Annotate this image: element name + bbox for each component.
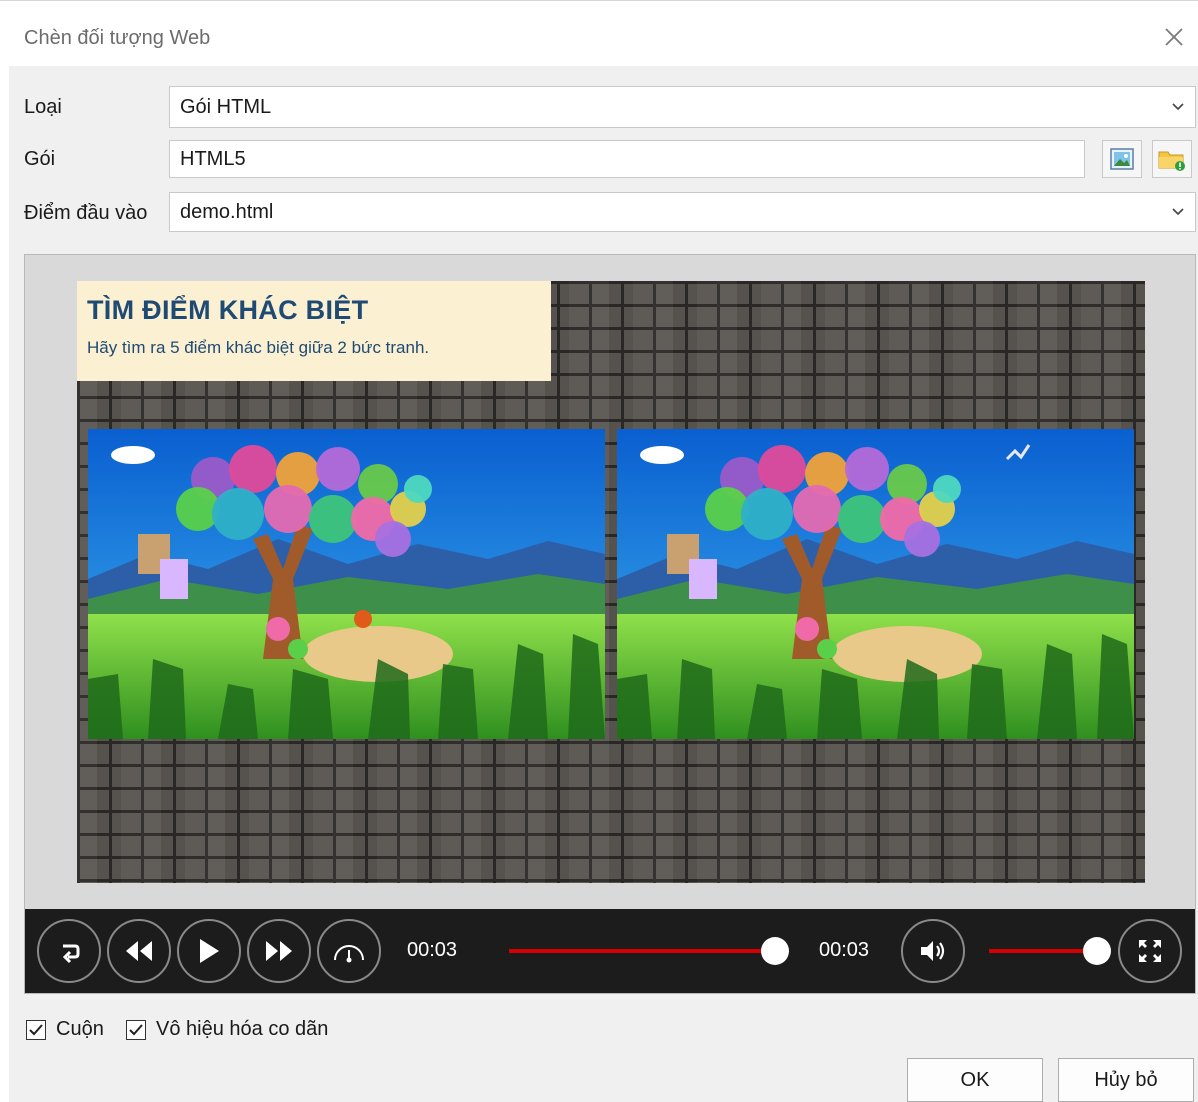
play-button[interactable] — [177, 919, 241, 983]
volume-button[interactable] — [901, 919, 965, 983]
replay-button[interactable] — [37, 919, 101, 983]
scene-illustration — [617, 429, 1134, 739]
left-picture[interactable] — [88, 429, 605, 739]
speedometer-icon — [334, 945, 364, 963]
browse-folder-button[interactable] — [1152, 140, 1192, 178]
fullscreen-button[interactable] — [1118, 919, 1182, 983]
ok-button[interactable]: OK — [907, 1058, 1043, 1102]
replay-icon — [62, 944, 80, 964]
volume-handle[interactable] — [1083, 937, 1111, 965]
fullscreen-icon — [1139, 940, 1161, 962]
package-value: HTML5 — [180, 147, 246, 170]
game-banner: TÌM ĐIỂM KHÁC BIỆT Hãy tìm ra 5 điểm khá… — [77, 281, 551, 381]
rewind-icon — [126, 941, 152, 961]
scroll-checkbox[interactable]: Cuộn — [26, 1018, 104, 1041]
checkbox-box[interactable] — [126, 1019, 146, 1040]
checkmark-icon — [29, 1023, 43, 1035]
chevron-down-icon — [1172, 103, 1184, 111]
cancel-button[interactable]: Hủy bỏ — [1058, 1058, 1194, 1102]
chevron-down-icon — [1172, 208, 1184, 216]
type-label: Loại — [24, 96, 62, 118]
window-title: Chèn đối tượng Web — [24, 27, 211, 49]
speed-button[interactable] — [317, 919, 381, 983]
title-bar: Chèn đối tượng Web — [0, 0, 1198, 70]
disable-zoom-checkbox[interactable]: Vô hiệu hóa co dãn — [126, 1018, 328, 1041]
entry-point-select[interactable]: demo.html — [169, 192, 1196, 232]
scene-illustration — [88, 429, 605, 739]
type-select[interactable]: Gói HTML — [169, 86, 1196, 128]
play-icon — [200, 939, 219, 963]
close-button[interactable] — [1160, 23, 1188, 51]
preview-stage: TÌM ĐIỂM KHÁC BIỆT Hãy tìm ra 5 điểm khá… — [77, 281, 1145, 883]
preview-image-button[interactable] — [1102, 140, 1142, 178]
disable-zoom-label: Vô hiệu hóa co dãn — [156, 1018, 329, 1040]
current-time: 00:03 — [407, 939, 458, 961]
package-input[interactable]: HTML5 — [169, 140, 1085, 178]
web-object-preview: TÌM ĐIỂM KHÁC BIỆT Hãy tìm ra 5 điểm khá… — [24, 254, 1196, 994]
media-controls: 00:03 00:03 — [25, 909, 1195, 993]
image-icon — [1110, 148, 1134, 170]
package-label: Gói — [24, 148, 56, 170]
game-title: TÌM ĐIỂM KHÁC BIỆT — [87, 295, 369, 325]
entry-point-value: demo.html — [180, 200, 274, 223]
folder-icon — [1158, 151, 1185, 171]
volume-slider[interactable] — [989, 949, 1089, 953]
checkbox-box[interactable] — [26, 1019, 46, 1040]
entry-point-label: Điểm đầu vào — [24, 202, 148, 224]
close-icon — [1165, 28, 1183, 46]
seek-bar[interactable] — [509, 949, 774, 953]
scroll-label: Cuộn — [56, 1018, 104, 1040]
fast-forward-button[interactable] — [247, 919, 311, 983]
total-time: 00:03 — [819, 939, 870, 961]
type-value: Gói HTML — [180, 95, 272, 118]
right-picture[interactable] — [617, 429, 1134, 739]
rewind-button[interactable] — [107, 919, 171, 983]
game-subtitle: Hãy tìm ra 5 điểm khác biệt giữa 2 bức t… — [87, 338, 430, 357]
checkmark-icon — [129, 1023, 143, 1035]
fast-forward-icon — [266, 941, 292, 961]
speaker-icon — [921, 941, 945, 961]
seek-handle[interactable] — [761, 937, 789, 965]
